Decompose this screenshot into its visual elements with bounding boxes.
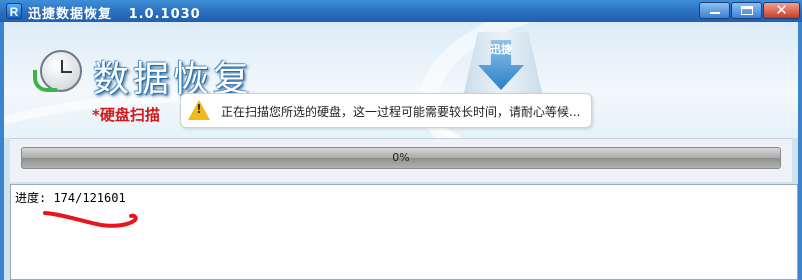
tooltip-message: 正在扫描您所选的硬盘，这一过程可能需要较长时间，请耐心等候... bbox=[221, 105, 581, 119]
warning-mark: ! bbox=[196, 102, 202, 116]
window-frame-right bbox=[798, 22, 802, 280]
maximize-button[interactable] bbox=[731, 2, 762, 19]
title-bar[interactable]: R 迅捷数据恢复 1.0.1030 ✕ bbox=[0, 0, 802, 22]
progress-count: 进度: 174/121601 bbox=[15, 191, 126, 205]
log-textbox[interactable]: 进度: 174/121601 bbox=[10, 184, 798, 280]
progress-bar: 0% bbox=[21, 147, 781, 169]
window-frame-left bbox=[0, 22, 4, 280]
restore-arrow-icon bbox=[33, 70, 57, 92]
window-title: 迅捷数据恢复 1.0.1030 bbox=[28, 7, 201, 22]
close-button[interactable]: ✕ bbox=[763, 1, 800, 19]
hand-drawn-underline bbox=[43, 211, 138, 228]
app-icon: R bbox=[6, 3, 22, 19]
minimize-icon bbox=[710, 12, 720, 14]
progress-percent: 0% bbox=[392, 151, 410, 164]
maximize-icon bbox=[741, 6, 753, 15]
close-icon: ✕ bbox=[775, 1, 788, 19]
minimize-button[interactable] bbox=[699, 2, 730, 19]
progress-panel: 0% bbox=[10, 138, 792, 182]
step-label: *硬盘扫描 bbox=[92, 106, 160, 124]
arrow-label: 迅捷 bbox=[490, 43, 512, 56]
status-tooltip: ! 正在扫描您所选的硬盘，这一过程可能需要较长时间，请耐心等候... bbox=[180, 93, 592, 128]
